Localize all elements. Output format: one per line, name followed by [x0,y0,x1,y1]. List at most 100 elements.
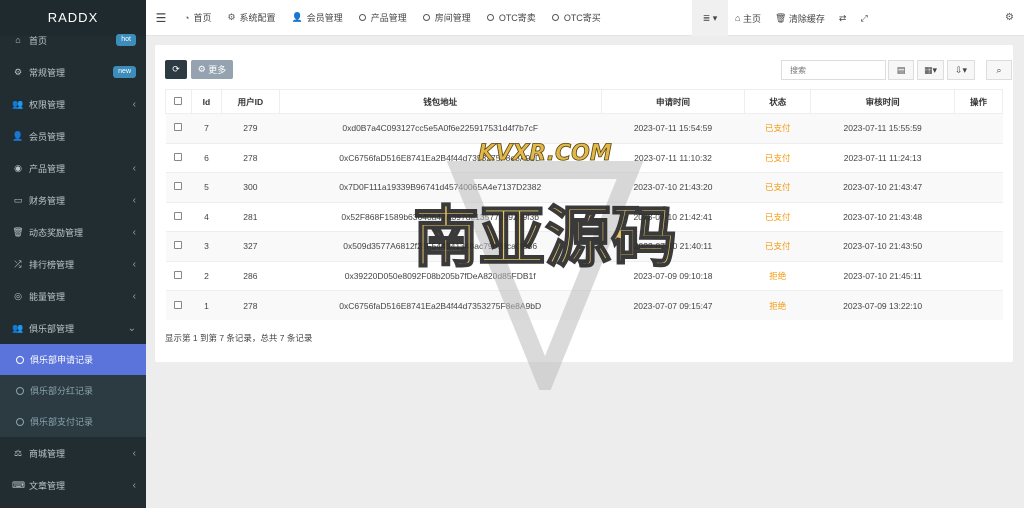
select-all-checkbox[interactable] [174,96,183,105]
sidebar-subitem[interactable]: 俱乐部支付记录 [0,406,146,437]
cell-user-id: 300 [221,172,280,202]
cell-actions[interactable] [954,201,1003,232]
row-checkbox[interactable] [174,241,183,250]
cell-apply-time: 2023-07-11 15:54:59 [601,113,745,143]
refresh-button[interactable]: ⟳ [165,60,187,79]
top-nav-link[interactable]: ⚙ 系统配置 [219,0,283,35]
table-row[interactable]: 4 281 0x52F868F1589b63640a47A397de13577059… [165,201,1003,232]
column-header[interactable] [165,89,192,114]
cell-review-time: 2023-07-10 21:43:48 [810,201,955,232]
top-nav-link[interactable]: ◔ 首页 [176,0,219,35]
chevron-icon: ‹ [132,194,136,206]
sidebar-item[interactable]: ⤮ 排行榜管理 ‹ [0,248,146,280]
sidebar-toggle-button[interactable]: ☰ [146,0,176,35]
gear-icon: ⚙ [197,64,209,74]
trash-icon: 🗑 [774,12,789,23]
row-select-cell[interactable] [165,142,192,173]
row-select-cell[interactable] [165,113,192,143]
random-icon: ⤮ [14,258,22,269]
home-icon: ⌂ [735,13,743,23]
row-select-cell[interactable] [165,201,192,232]
cell-wallet: 0xC6756faD516E8741Ea2B4f44d7353275F8e8A9… [279,290,602,320]
top-right-actions: ≣ ▾ ⌂ 主页 🗑 清除缓存 ⇄ ⤢ [692,0,875,36]
expand-icon: ⤢ [860,12,868,23]
table-row[interactable]: 5 300 0x7D0F111a19339B96741d45740065A4e713… [165,172,1003,202]
row-checkbox[interactable] [174,300,183,309]
sidebar-item[interactable]: ⚖ 商城管理 ‹ [0,437,146,469]
cell-user-id: 327 [221,231,280,261]
sidebar-item-label: 能量管理 [29,291,66,302]
top-nav-link[interactable]: 产品管理 [351,0,415,35]
language-button[interactable]: ⇄ [832,0,854,36]
clear-cache-button[interactable]: 🗑 清除缓存 [768,0,832,36]
pagination-info: 显示第 1 到第 7 条记录，总共 7 条记录 [165,333,313,343]
sidebar-item[interactable]: ⌨ 文章管理 ‹ [0,469,146,501]
sidebar-item[interactable]: 👤 会员管理 [0,120,146,152]
row-select-cell[interactable] [165,231,192,261]
export-dropdown-button[interactable]: ⇩▾ [947,60,975,80]
cell-apply-time: 2023-07-07 09:15:47 [601,290,745,320]
column-header: 申请时间 [600,89,746,114]
cell-id: 2 [191,260,222,291]
table-header-row: Id 用户ID 钱包地址 申请时间 状态 审核时间 操作 [165,89,1003,114]
circle-icon [422,14,430,21]
home-link[interactable]: ⌂ 主页 [728,0,768,36]
top-nav: ☰ ◔ 首页 ⚙ 系统配置 👤 会员管理 产品管理 房间管理 OTC寄卖 OTC寄买 [146,0,609,35]
column-header: 状态 [744,89,812,114]
column-header: 用户ID [220,89,280,114]
cell-actions[interactable] [954,260,1003,291]
table-row[interactable]: 3 327 0x509d3577A6812f25F544941348ac790d8c… [165,231,1003,261]
sidebar-item[interactable]: 🗑 动态奖励管理 ‹ [0,216,146,248]
more-button[interactable]: ⚙ 更多 [191,60,233,79]
cell-wallet: 0x52F868F1589b63640a47A397de13577059269f… [279,201,602,232]
table-row[interactable]: 2 286 0x39220D050e8092F08b205b7fDeA820d85F… [165,260,1003,291]
top-nav-link[interactable]: 👤 会员管理 [284,0,351,35]
top-nav-link[interactable]: OTC寄卖 [479,0,544,35]
table-row[interactable]: 1 278 0xC6756faD516E8741Ea2B4f44d7353275F8… [165,290,1003,320]
search-button[interactable]: ⌕ [986,60,1012,80]
table-body: 7 279 0xd0B7a4C093127cc5e5A0f6e225917531d4… [165,113,1003,320]
table-row[interactable]: 6 278 0xC6756faD516E8741Ea2B4f44d7353275F8… [165,142,1003,173]
row-checkbox[interactable] [174,152,183,161]
top-nav-link[interactable]: OTC寄买 [544,0,609,35]
sidebar-item[interactable]: ▭ 财务管理 ‹ [0,184,146,216]
search-input[interactable] [781,60,886,80]
sidebar-subitem-label: 俱乐部支付记录 [30,417,94,427]
sidebar-item[interactable]: ⌂ 首页 hot [0,24,146,56]
sidebar-item[interactable]: 👥 权限管理 ‹ [0,88,146,120]
tabs-dropdown-button[interactable]: ≣ ▾ [692,0,728,36]
cell-actions[interactable] [954,231,1003,261]
row-select-cell[interactable] [165,172,192,202]
cell-wallet: 0xd0B7a4C093127cc5e5A0f6e225917531d4f7b7… [279,113,602,143]
sidebar-item-label: 动态奖励管理 [29,227,84,238]
sidebar-subitem[interactable]: 俱乐部分红记录 [0,375,146,406]
top-nav-link[interactable]: 房间管理 [415,0,479,35]
row-checkbox[interactable] [174,123,183,132]
row-checkbox[interactable] [174,182,183,191]
sidebar-item[interactable]: ⚙ 常规管理 new [0,56,146,88]
cell-status: 已支付 [744,172,811,202]
row-select-cell[interactable] [165,260,192,291]
chevron-icon: ‹ [132,98,136,110]
cell-actions[interactable] [954,113,1003,143]
fullscreen-button[interactable]: ⤢ [853,0,874,36]
settings-gear-icon[interactable]: ⚙ [1005,12,1014,23]
sidebar-item[interactable]: ◎ 能量管理 ‹ [0,280,146,312]
cell-actions[interactable] [954,172,1003,202]
column-header: 钱包地址 [278,89,602,114]
sidebar-item[interactable]: 👥 俱乐部管理 ⌄ [0,312,146,344]
sidebar-item[interactable]: ◉ 产品管理 ‹ [0,152,146,184]
row-select-cell[interactable] [165,290,192,320]
users-icon: 👥 [12,98,24,109]
row-checkbox[interactable] [174,270,183,279]
cell-actions[interactable] [954,290,1003,320]
cell-id: 7 [191,113,222,143]
toggle-view-button[interactable]: ▤ [888,60,914,80]
cell-actions[interactable] [954,142,1003,173]
sidebar-item-label: 首页 [29,35,48,46]
columns-dropdown-button[interactable]: ▦▾ [917,60,944,80]
users-icon: 👥 [12,322,24,333]
table-row[interactable]: 7 279 0xd0B7a4C093127cc5e5A0f6e225917531d4… [165,113,1003,143]
row-checkbox[interactable] [174,211,183,220]
sidebar-subitem[interactable]: 俱乐部申请记录 [0,344,146,375]
